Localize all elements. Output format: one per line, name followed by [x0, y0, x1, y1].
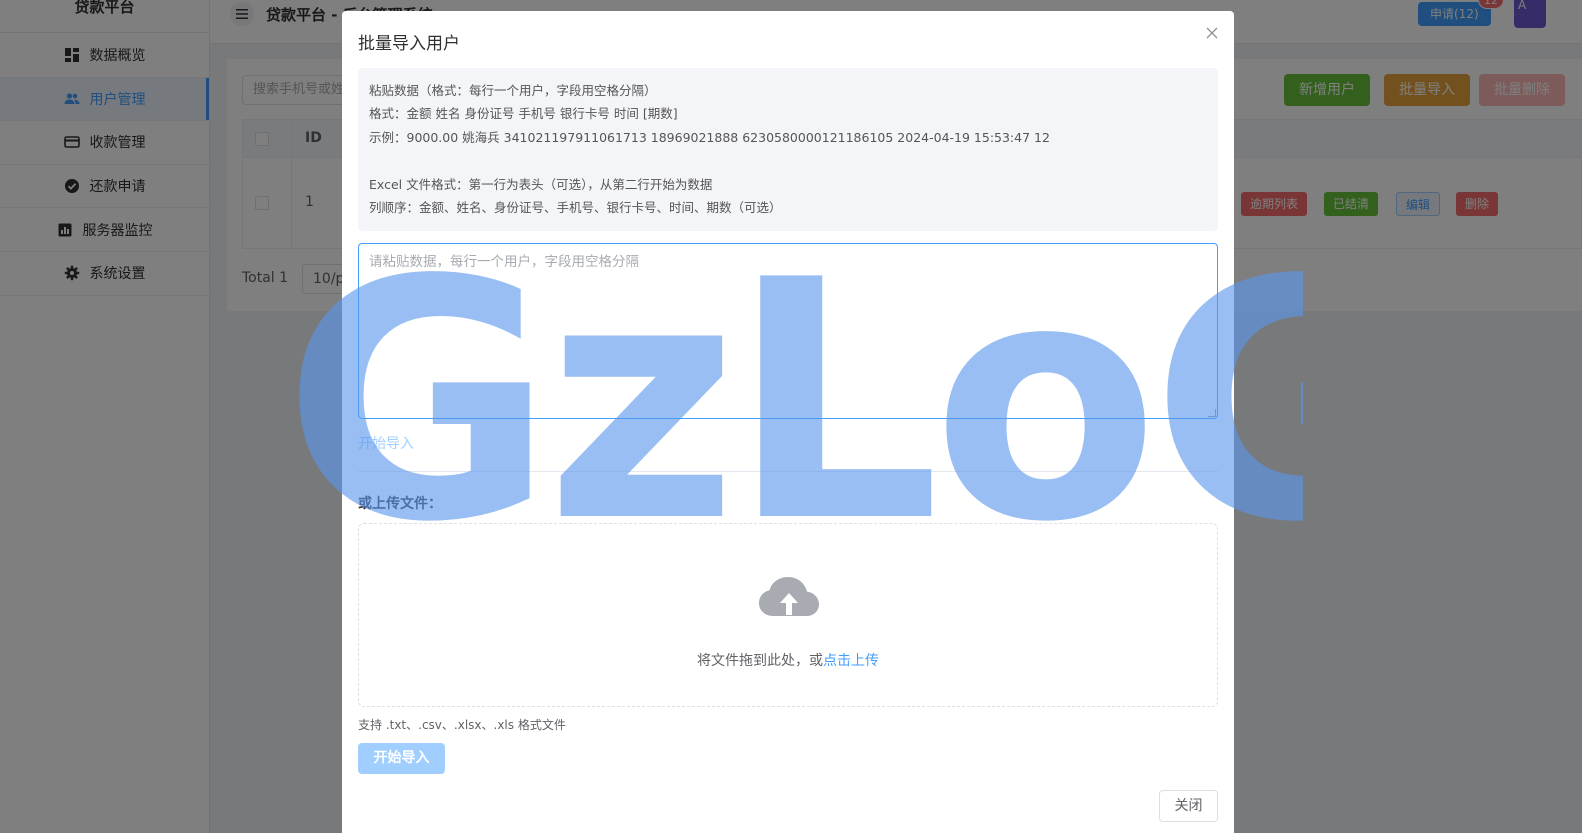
file-dropzone[interactable]: 将文件拖到此处，或点击上传	[358, 523, 1218, 707]
upload-cloud-icon	[759, 577, 819, 616]
divider	[358, 471, 1218, 472]
drop-text: 将文件拖到此处，或	[697, 653, 823, 669]
dialog-title: 批量导入用户	[358, 34, 460, 54]
instruction-line: 格式：金额 姓名 身份证号 手机号 银行卡号 时间 [期数]	[369, 106, 678, 122]
format-instructions: 粘贴数据（格式：每行一个用户，字段用空格分隔） 格式：金额 姓名 身份证号 手机…	[358, 68, 1218, 231]
close-icon[interactable]	[1204, 25, 1220, 41]
supported-formats-text: 支持 .txt、.csv、.xlsx、.xls 格式文件	[358, 718, 566, 732]
instruction-line: 列顺序：金额、姓名、身份证号、手机号、银行卡号、时间、期数（可选）	[369, 200, 782, 216]
upload-label: 或上传文件：	[358, 496, 442, 512]
click-upload-link[interactable]: 点击上传	[823, 653, 879, 669]
close-button[interactable]: 关闭	[1159, 790, 1218, 822]
instruction-line	[369, 149, 1207, 172]
instruction-line: 示例：9000.00 姚海兵 341021197911061713 189690…	[369, 129, 1050, 145]
drop-instructions: 将文件拖到此处，或点击上传	[359, 650, 1217, 670]
instruction-line: Excel 文件格式：第一行为表头（可选），从第二行开始为数据	[369, 176, 713, 192]
start-import-link[interactable]: 开始导入	[358, 433, 414, 453]
batch-import-dialog: 批量导入用户 粘贴数据（格式：每行一个用户，字段用空格分隔） 格式：金额 姓名 …	[342, 11, 1234, 833]
paste-data-textarea[interactable]: 请粘贴数据，每行一个用户，字段用空格分隔	[358, 243, 1218, 419]
instruction-line: 粘贴数据（格式：每行一个用户，字段用空格分隔）	[369, 83, 657, 98]
start-import-button[interactable]: 开始导入	[358, 743, 445, 774]
